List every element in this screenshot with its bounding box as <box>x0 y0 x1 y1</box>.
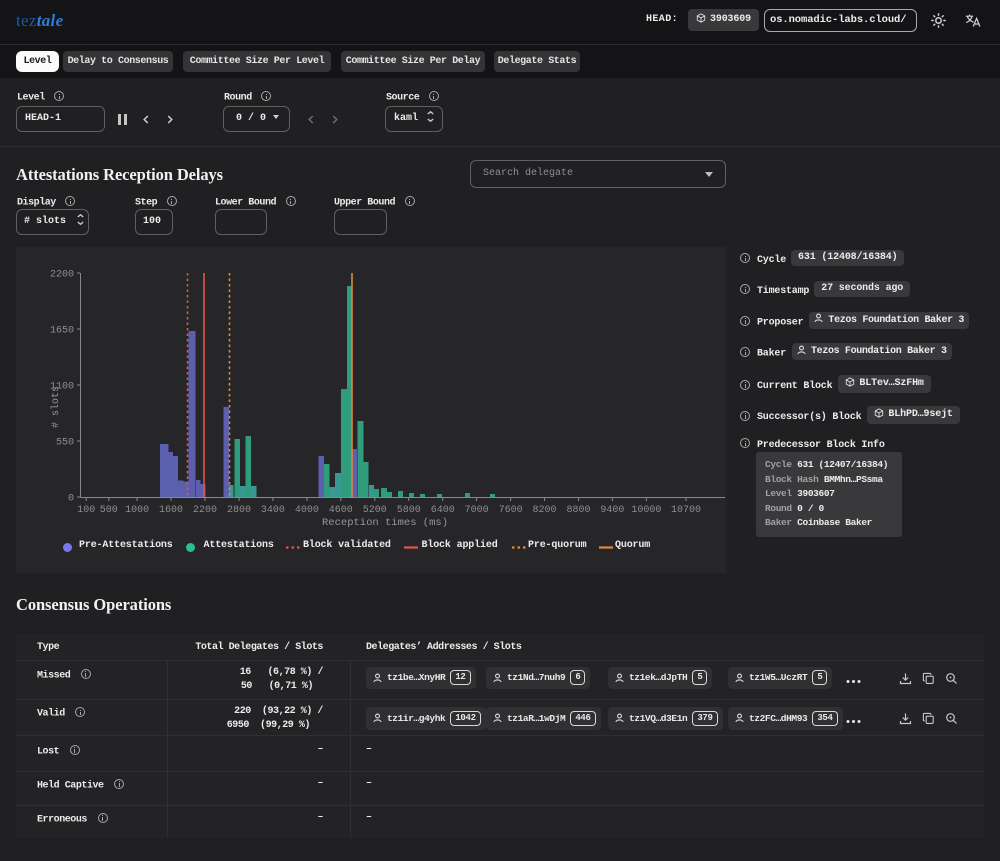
svg-text:7000: 7000 <box>465 505 489 516</box>
svg-text:10700: 10700 <box>671 505 701 516</box>
svg-text:100: 100 <box>77 505 95 516</box>
svg-text:2800: 2800 <box>227 505 251 516</box>
svg-text:Reception times (ms): Reception times (ms) <box>322 517 448 529</box>
svg-text:0: 0 <box>68 494 74 505</box>
svg-text:2200: 2200 <box>193 505 217 516</box>
svg-text:1600: 1600 <box>159 505 183 516</box>
svg-text:1650: 1650 <box>50 326 74 337</box>
svg-text:8800: 8800 <box>566 505 590 516</box>
svg-text:1000: 1000 <box>125 505 149 516</box>
svg-text:10000: 10000 <box>631 505 661 516</box>
svg-text:9400: 9400 <box>600 505 624 516</box>
svg-text:8200: 8200 <box>532 505 556 516</box>
svg-text:5200: 5200 <box>363 505 387 516</box>
svg-text:500: 500 <box>100 505 118 516</box>
svg-text:7600: 7600 <box>499 505 523 516</box>
svg-text:3400: 3400 <box>261 505 285 516</box>
svg-text:# slots: # slots <box>50 386 62 428</box>
svg-text:550: 550 <box>56 438 74 449</box>
svg-text:2200: 2200 <box>50 270 74 281</box>
svg-text:4600: 4600 <box>329 505 353 516</box>
svg-text:6400: 6400 <box>431 505 455 516</box>
svg-text:4000: 4000 <box>295 505 319 516</box>
svg-text:5800: 5800 <box>397 505 421 516</box>
